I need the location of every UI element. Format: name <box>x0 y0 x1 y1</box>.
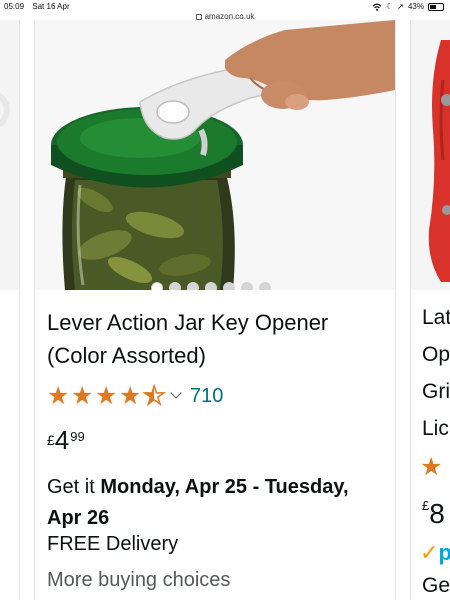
star-icon: ★ <box>47 381 70 410</box>
price-whole: 4 <box>54 425 70 455</box>
carousel-dot[interactable] <box>241 282 253 290</box>
wifi-icon <box>372 3 382 11</box>
price-fraction: 99 <box>70 429 85 444</box>
carousel-dot[interactable] <box>223 282 235 290</box>
jar-opener-photo <box>35 20 395 290</box>
delivery-prefix: Get it <box>47 476 101 498</box>
next-product-title-line[interactable]: Lic <box>422 417 449 441</box>
star-icon: ★ <box>119 381 142 410</box>
status-date: Sat 16 Apr <box>32 2 70 11</box>
half-star-icon: ★★ <box>142 381 166 410</box>
previous-card-border <box>0 290 20 600</box>
prime-check-icon: ✓ <box>420 540 439 565</box>
carousel-dot[interactable] <box>169 282 181 290</box>
product-title[interactable]: Lever Action Jar Key Opener (Color Assor… <box>47 306 387 372</box>
carousel-dot[interactable] <box>187 282 199 290</box>
battery-percent: 43% <box>407 2 424 11</box>
status-time: 05:09 <box>4 2 25 11</box>
next-product-delivery: Get <box>422 574 450 597</box>
moon-icon: ☾ <box>386 2 394 11</box>
previous-product-image <box>0 90 10 130</box>
review-count-link[interactable]: 710 <box>190 385 223 408</box>
delivery-estimate: Get it Monday, Apr 25 - Tuesday, Apr 26 <box>47 472 387 534</box>
next-product-price: £8 <box>422 498 445 530</box>
rating-row[interactable]: ★ ★ ★ ★ ★★ 710 <box>47 382 223 410</box>
next-product-title-line[interactable]: Op <box>422 343 450 367</box>
location-icon: ➚ <box>397 2 404 11</box>
previous-product-card[interactable] <box>0 20 20 290</box>
carousel-dot[interactable] <box>259 282 271 290</box>
next-product-image[interactable] <box>411 20 450 290</box>
next-product-title-line[interactable]: Lat <box>422 306 450 330</box>
next-product-photo <box>411 20 450 290</box>
star-rating[interactable]: ★ ★ ★ ★ ★★ <box>47 381 166 410</box>
price-symbol: £ <box>47 432 55 448</box>
next-product-title-line[interactable]: Gri <box>422 380 450 404</box>
carousel-dot-active[interactable] <box>151 282 163 290</box>
star-icon: ★ <box>71 381 94 410</box>
battery-icon <box>428 2 444 11</box>
product-image[interactable] <box>35 20 395 290</box>
status-bar: 05:09 Sat 16 Apr amazon.co.uk ☾ ➚ 43% <box>0 0 450 21</box>
price-whole: 8 <box>429 498 445 529</box>
image-carousel-dots[interactable] <box>151 282 271 290</box>
prime-badge: ✓p <box>420 540 450 566</box>
prime-label: p <box>438 540 450 565</box>
status-right: ☾ ➚ 43% <box>372 2 444 11</box>
status-left: 05:09 Sat 16 Apr <box>4 2 76 11</box>
price: £ 4 99 <box>47 426 85 454</box>
free-delivery: FREE Delivery <box>47 533 179 555</box>
carousel-dot[interactable] <box>205 282 217 290</box>
star-icon: ★ <box>420 453 443 481</box>
chevron-down-icon[interactable] <box>170 387 182 399</box>
more-buying-choices-link[interactable]: More buying choices <box>47 569 230 592</box>
star-icon: ★ <box>95 381 118 410</box>
